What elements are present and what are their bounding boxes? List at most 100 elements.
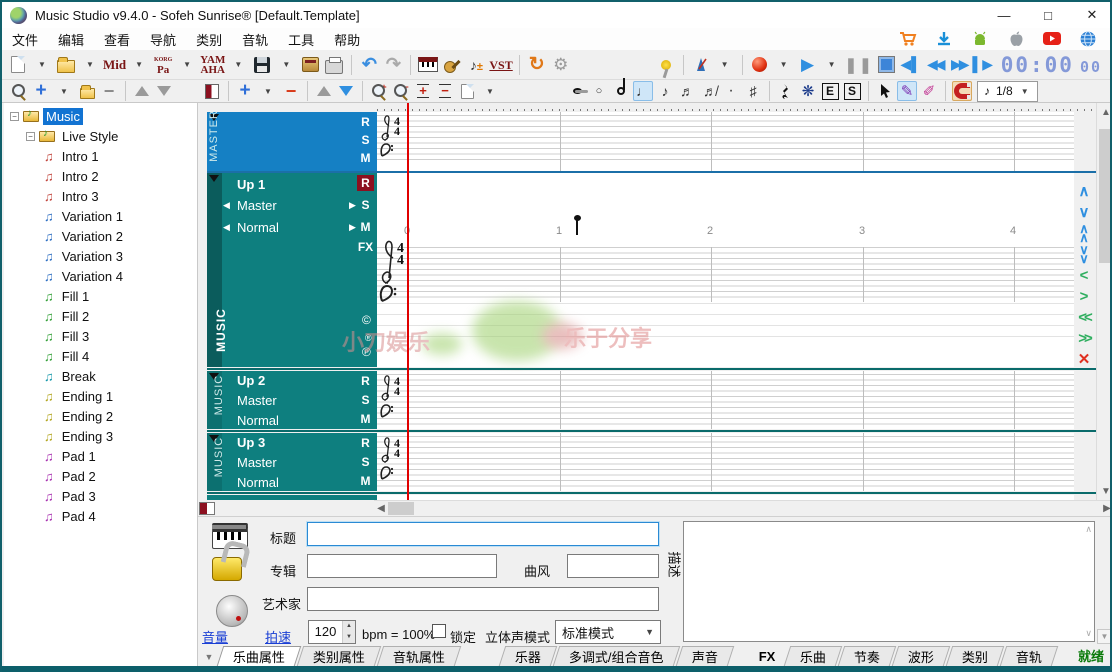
up1-track-header[interactable]: MUSIC Up 1 ◀Master▶ ◀Normal▶ R S M FX © … [207, 173, 377, 367]
track-bus[interactable]: Master [237, 393, 277, 408]
pencil-tool-button[interactable]: ✎ [897, 81, 917, 101]
track-separator[interactable] [207, 171, 1096, 173]
tree-root-row[interactable]: − Music [4, 106, 197, 126]
settings-button[interactable]: ⚙ [550, 53, 572, 77]
add-category-button[interactable]: + [31, 81, 51, 101]
album-input[interactable] [307, 554, 497, 578]
save-dropdown[interactable]: ▼ [275, 53, 297, 77]
korg-dropdown[interactable]: ▼ [176, 53, 198, 77]
up3-staff-lane[interactable]: 44 [377, 433, 1074, 491]
tree-item[interactable]: ♫Intro 3 [4, 186, 197, 206]
tempo-up-button[interactable]: ▲ [343, 621, 355, 632]
up4-track-header[interactable] [207, 495, 377, 500]
track-separator[interactable] [207, 368, 1096, 370]
view-options-dropdown[interactable]: ▼ [479, 79, 501, 103]
tuplet-button[interactable]: ❋ [798, 81, 818, 101]
record-dropdown[interactable]: ▼ [773, 53, 795, 77]
up1-record-button[interactable]: R [357, 175, 374, 191]
refresh-button[interactable]: ↻ [526, 53, 548, 77]
expand-staff-button[interactable]: + [413, 81, 433, 101]
zoom-out-button[interactable]: − [391, 81, 411, 101]
menu-category[interactable]: 类别 [186, 28, 232, 51]
yamaha-button[interactable]: YAMAHA [200, 53, 225, 77]
tree-item[interactable]: ♫Ending 3 [4, 426, 197, 446]
new-file-button[interactable] [7, 53, 29, 77]
tab-multimode[interactable]: 多调式/组合音色 [553, 646, 680, 666]
tree-group-label[interactable]: Live Style [59, 128, 121, 145]
track-separator[interactable] [207, 430, 1096, 432]
volume-knob[interactable] [216, 595, 248, 627]
stereo-mode-select[interactable]: 标准模式 ▼ [555, 620, 661, 644]
note-event[interactable] [574, 215, 581, 221]
eighth-note-button[interactable]: ♪ [655, 81, 675, 101]
move-up-button[interactable] [132, 81, 152, 101]
track-view-button[interactable] [202, 81, 222, 101]
add-track-dropdown[interactable]: ▼ [257, 79, 279, 103]
youtube-icon[interactable] [1042, 30, 1062, 48]
tree-item[interactable]: ♫Ending 1 [4, 386, 197, 406]
phonogram-badge[interactable]: ℗ [362, 345, 371, 359]
jump-right-button[interactable]: >> [1078, 329, 1090, 350]
nudge-right-button[interactable]: > [1080, 287, 1089, 308]
track-name[interactable]: Up 3 [237, 435, 265, 450]
tree-item[interactable]: ♫Variation 3 [4, 246, 197, 266]
track-down-button[interactable] [336, 81, 356, 101]
collapse-icon[interactable]: − [26, 132, 35, 141]
vst-button[interactable]: VST [489, 53, 512, 77]
guitar-button[interactable] [441, 53, 463, 77]
step-back-button[interactable]: ◀▌ [900, 53, 922, 77]
undo-button[interactable]: ↶ [358, 53, 380, 77]
vertical-scrollbar[interactable]: ▲ ▼ [1096, 103, 1112, 500]
marker-tool-button[interactable]: ✐ [919, 81, 939, 101]
track-name[interactable]: Up 2 [237, 373, 265, 388]
metronome-dropdown[interactable]: ▼ [714, 53, 736, 77]
scroll-up-arrow[interactable]: ▲ [1097, 104, 1112, 121]
step-forward-button[interactable]: ▌▶ [972, 53, 994, 77]
find-button[interactable] [9, 81, 29, 101]
tree-item[interactable]: ♫Variation 1 [4, 206, 197, 226]
up2-solo-button[interactable]: S [357, 392, 374, 408]
description-textarea[interactable]: ∧ ∨ [683, 521, 1095, 642]
tree-group-row[interactable]: − Live Style [4, 126, 197, 146]
quarter-note-button[interactable]: ♩ [633, 81, 653, 101]
midi-dropdown[interactable]: ▼ [128, 53, 150, 77]
record-button[interactable] [749, 53, 771, 77]
left-arrow-icon[interactable]: ◀ [223, 200, 230, 211]
stop-button[interactable] [876, 53, 898, 77]
track-mode[interactable]: Normal [237, 475, 279, 490]
collapse-track-icon[interactable] [209, 175, 219, 182]
web-globe-icon[interactable] [1078, 30, 1098, 48]
tree-item[interactable]: ♫Fill 4 [4, 346, 197, 366]
collapse-icon[interactable]: − [10, 112, 19, 121]
track-up-button[interactable] [314, 81, 334, 101]
playhead[interactable] [407, 103, 409, 500]
copyright-badge[interactable]: © [362, 313, 371, 327]
tree-item[interactable]: ♫Fill 2 [4, 306, 197, 326]
tree-item[interactable]: ♫Fill 1 [4, 286, 197, 306]
nudge-left-button[interactable]: < [1080, 266, 1089, 287]
snap-magnet-button[interactable] [952, 81, 972, 101]
fast-forward-button[interactable]: ▶▶ [948, 53, 970, 77]
scroll-down-arrow[interactable]: ▼ [1097, 483, 1112, 500]
add-category-dropdown[interactable]: ▼ [53, 79, 75, 103]
scroll-right-arrow[interactable]: ▶ [1100, 501, 1112, 516]
track-mode[interactable]: ◀Normal▶ [237, 220, 279, 235]
tree-root-label[interactable]: Music [43, 108, 83, 125]
track-name[interactable]: Up 1 [237, 177, 265, 192]
rewind-button[interactable]: ◀◀ [924, 53, 946, 77]
android-icon[interactable] [970, 30, 990, 48]
save-button[interactable] [251, 53, 273, 77]
jump-left-button[interactable]: << [1078, 308, 1090, 329]
snap-value-dropdown[interactable]: ♪ 1/8 ▼ [977, 81, 1038, 102]
vertical-scroll-thumb[interactable] [1099, 129, 1112, 263]
korg-button[interactable]: KORGPa [152, 53, 174, 77]
tab-track[interactable]: 音轨 [1000, 646, 1059, 666]
tab-sound[interactable]: 声音 [675, 646, 734, 666]
piano-keyboard-button[interactable] [417, 53, 439, 77]
move-down-button[interactable] [154, 81, 174, 101]
title-input[interactable] [307, 522, 659, 546]
master-mute-button[interactable]: M [357, 150, 374, 166]
up2-record-button[interactable]: R [357, 373, 374, 389]
sixteenth-note-button[interactable]: ♬ [677, 81, 697, 101]
tab-fx[interactable]: FX [749, 646, 786, 666]
